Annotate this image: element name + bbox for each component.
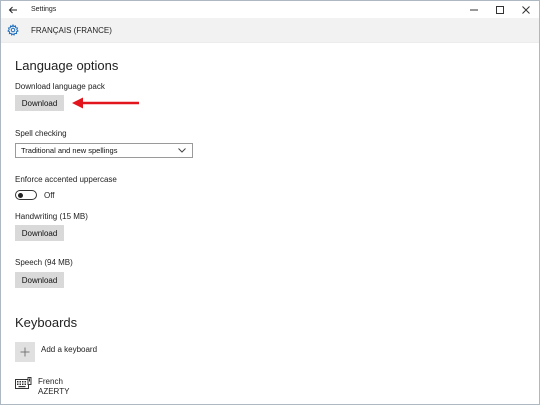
chevron-down-icon [178, 148, 186, 153]
toggle-state-text: Off [44, 190, 55, 200]
minimize-icon [470, 9, 478, 10]
speech-label: Speech (94 MB) [15, 258, 73, 267]
language-name: FRANÇAIS (FRANCE) [31, 25, 112, 35]
spell-checking-value: Traditional and new spellings [21, 146, 118, 155]
handwriting-download-button[interactable]: Download [15, 225, 64, 241]
speech-download-button[interactable]: Download [15, 272, 64, 288]
red-arrow-annotation [72, 97, 139, 109]
download-pack-label: Download language pack [15, 82, 105, 91]
close-icon [522, 5, 530, 14]
spell-checking-label: Spell checking [15, 129, 67, 138]
maximize-icon [496, 5, 504, 14]
maximize-button[interactable] [487, 1, 513, 18]
accent-uppercase-toggle-row: Off [15, 190, 55, 200]
add-keyboard-button[interactable]: Add a keyboard [15, 342, 97, 362]
gear-icon [1, 24, 25, 36]
keyboard-text: French AZERTY [32, 377, 69, 397]
settings-window: Settings FRANÇAIS (FRANCE) Language opti… [0, 0, 540, 405]
keyboard-layout: AZERTY [38, 387, 70, 396]
keyboard-name: French [38, 377, 63, 386]
spell-checking-dropdown[interactable]: Traditional and new spellings [15, 143, 193, 158]
accent-uppercase-label: Enforce accented uppercase [15, 175, 117, 184]
keyboard-item-french[interactable]: French AZERTY [15, 377, 69, 397]
page-header: FRANÇAIS (FRANCE) [1, 18, 539, 43]
add-keyboard-label: Add a keyboard [41, 345, 98, 354]
plus-icon [15, 342, 35, 362]
back-button[interactable] [1, 1, 25, 18]
language-options-heading: Language options [15, 58, 119, 73]
close-button[interactable] [513, 1, 539, 18]
handwriting-label: Handwriting (15 MB) [15, 212, 88, 221]
accent-uppercase-toggle[interactable] [15, 190, 37, 200]
window-title: Settings [31, 6, 57, 13]
download-language-pack-button[interactable]: Download [15, 95, 64, 111]
minimize-button[interactable] [461, 1, 487, 18]
keyboards-heading: Keyboards [15, 315, 78, 330]
back-arrow-icon [8, 6, 17, 13]
main-content: Language options Download language pack … [15, 45, 539, 404]
title-bar: Settings [1, 1, 539, 18]
keyboard-icon [15, 377, 32, 389]
